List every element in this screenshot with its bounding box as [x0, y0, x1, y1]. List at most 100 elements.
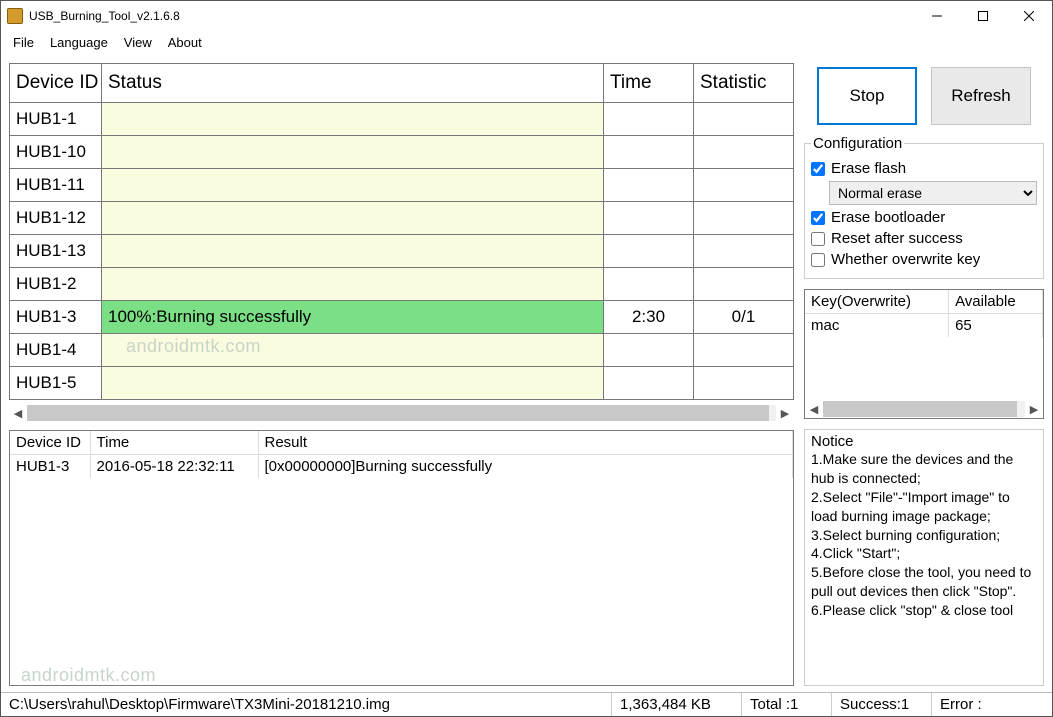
status-error: Error :	[932, 693, 1052, 716]
device-id-cell: HUB1-12	[10, 202, 102, 235]
titlebar: USB_Burning_Tool_v2.1.6.8	[1, 1, 1052, 31]
erase-flash-checkbox[interactable]	[811, 162, 825, 176]
status-cell	[102, 103, 604, 136]
time-cell	[604, 202, 694, 235]
status-cell	[102, 202, 604, 235]
status-size: 1,363,484 KB	[612, 693, 742, 716]
device-id-cell: HUB1-10	[10, 136, 102, 169]
minimize-button[interactable]	[914, 1, 960, 31]
device-id-cell: HUB1-2	[10, 268, 102, 301]
status-cell	[102, 367, 604, 400]
time-cell	[604, 169, 694, 202]
notice-body: 1.Make sure the devices and the hub is c…	[809, 450, 1039, 620]
notice-line: 2.Select "File"-"Import image" to load b…	[811, 488, 1037, 526]
status-success: Success:1	[832, 693, 932, 716]
device-id-cell: HUB1-4	[10, 334, 102, 367]
scroll-right-icon[interactable]: ▶	[1025, 400, 1043, 418]
key-table-hscroll[interactable]: ◀ ▶	[805, 400, 1043, 418]
close-button[interactable]	[1006, 1, 1052, 31]
result-row[interactable]: HUB1-32016-05-18 22:32:11[0x00000000]Bur…	[10, 455, 793, 479]
result-table: Device IDTimeResultHUB1-32016-05-18 22:3…	[9, 430, 794, 686]
overwrite-key-label: Whether overwrite key	[831, 251, 980, 268]
menu-about[interactable]: About	[160, 33, 210, 52]
device-table-hscroll[interactable]: ◀ ▶	[9, 404, 794, 422]
scroll-left-icon[interactable]: ◀	[9, 404, 27, 422]
status-cell	[102, 268, 604, 301]
device-table-header[interactable]: Device ID	[10, 64, 102, 103]
status-path: C:\Users\rahul\Desktop\Firmware\TX3Mini-…	[1, 693, 612, 716]
device-table: Device IDStatusTimeStatisticHUB1-1HUB1-1…	[9, 63, 794, 400]
scroll-left-icon[interactable]: ◀	[805, 400, 823, 418]
statistic-cell	[694, 367, 794, 400]
device-id-cell: HUB1-1	[10, 103, 102, 136]
key-header[interactable]: Available	[949, 290, 1043, 314]
key-header[interactable]: Key(Overwrite)	[805, 290, 949, 314]
menu-view[interactable]: View	[116, 33, 160, 52]
device-row[interactable]: HUB1-12	[10, 202, 794, 235]
scroll-right-icon[interactable]: ▶	[776, 404, 794, 422]
refresh-button[interactable]: Refresh	[931, 67, 1031, 125]
time-cell	[604, 268, 694, 301]
result-header[interactable]: Device ID	[10, 431, 90, 455]
erase-bootloader-label: Erase bootloader	[831, 209, 945, 226]
status-cell	[102, 235, 604, 268]
configuration-group: Configuration Erase flash Normal erase E…	[804, 135, 1044, 279]
time-cell	[604, 136, 694, 169]
statistic-cell	[694, 334, 794, 367]
statistic-cell	[694, 103, 794, 136]
statistic-cell	[694, 136, 794, 169]
device-id-cell: HUB1-3	[10, 301, 102, 334]
device-row[interactable]: HUB1-10	[10, 136, 794, 169]
device-row[interactable]: HUB1-5	[10, 367, 794, 400]
time-cell	[604, 367, 694, 400]
menubar: File Language View About	[1, 31, 1052, 53]
notice-line: 6.Please click "stop" & close tool	[811, 601, 1037, 620]
statistic-cell	[694, 202, 794, 235]
device-id-cell: HUB1-11	[10, 169, 102, 202]
menu-language[interactable]: Language	[42, 33, 116, 52]
notice-line: 5.Before close the tool, you need to pul…	[811, 563, 1037, 601]
device-row[interactable]: HUB1-13	[10, 235, 794, 268]
reset-after-checkbox[interactable]	[811, 232, 825, 246]
result-cell: [0x00000000]Burning successfully	[258, 455, 793, 479]
time-cell	[604, 334, 694, 367]
menu-file[interactable]: File	[5, 33, 42, 52]
erase-mode-select[interactable]: Normal erase	[829, 181, 1037, 205]
device-table-header[interactable]: Status	[102, 64, 604, 103]
notice-line: 1.Make sure the devices and the hub is c…	[811, 450, 1037, 488]
notice-line: 3.Select burning configuration;	[811, 526, 1037, 545]
device-id-cell: HUB1-13	[10, 235, 102, 268]
key-row[interactable]: mac65	[805, 314, 1043, 338]
key-cell: 65	[949, 314, 1043, 338]
maximize-button[interactable]	[960, 1, 1006, 31]
status-cell	[102, 169, 604, 202]
overwrite-key-checkbox[interactable]	[811, 253, 825, 267]
device-row[interactable]: HUB1-11	[10, 169, 794, 202]
device-table-header[interactable]: Time	[604, 64, 694, 103]
result-header[interactable]: Time	[90, 431, 258, 455]
result-cell: 2016-05-18 22:32:11	[90, 455, 258, 479]
erase-flash-label: Erase flash	[831, 160, 906, 177]
app-icon	[7, 8, 23, 24]
device-row[interactable]: HUB1-3100%:Burning successfully2:300/1	[10, 301, 794, 334]
device-row[interactable]: HUB1-1	[10, 103, 794, 136]
time-cell	[604, 103, 694, 136]
key-cell: mac	[805, 314, 949, 338]
status-cell	[102, 136, 604, 169]
status-cell: 100%:Burning successfully	[102, 301, 604, 334]
status-cell	[102, 334, 604, 367]
device-id-cell: HUB1-5	[10, 367, 102, 400]
erase-bootloader-checkbox[interactable]	[811, 211, 825, 225]
notice-panel: Notice 1.Make sure the devices and the h…	[804, 429, 1044, 686]
result-header[interactable]: Result	[258, 431, 793, 455]
device-row[interactable]: HUB1-2	[10, 268, 794, 301]
device-table-header[interactable]: Statistic	[694, 64, 794, 103]
device-row[interactable]: HUB1-4	[10, 334, 794, 367]
reset-after-label: Reset after success	[831, 230, 963, 247]
notice-line: 4.Click "Start";	[811, 544, 1037, 563]
result-cell: HUB1-3	[10, 455, 90, 479]
time-cell: 2:30	[604, 301, 694, 334]
configuration-legend: Configuration	[811, 135, 904, 152]
stop-button[interactable]: Stop	[817, 67, 917, 125]
time-cell	[604, 235, 694, 268]
